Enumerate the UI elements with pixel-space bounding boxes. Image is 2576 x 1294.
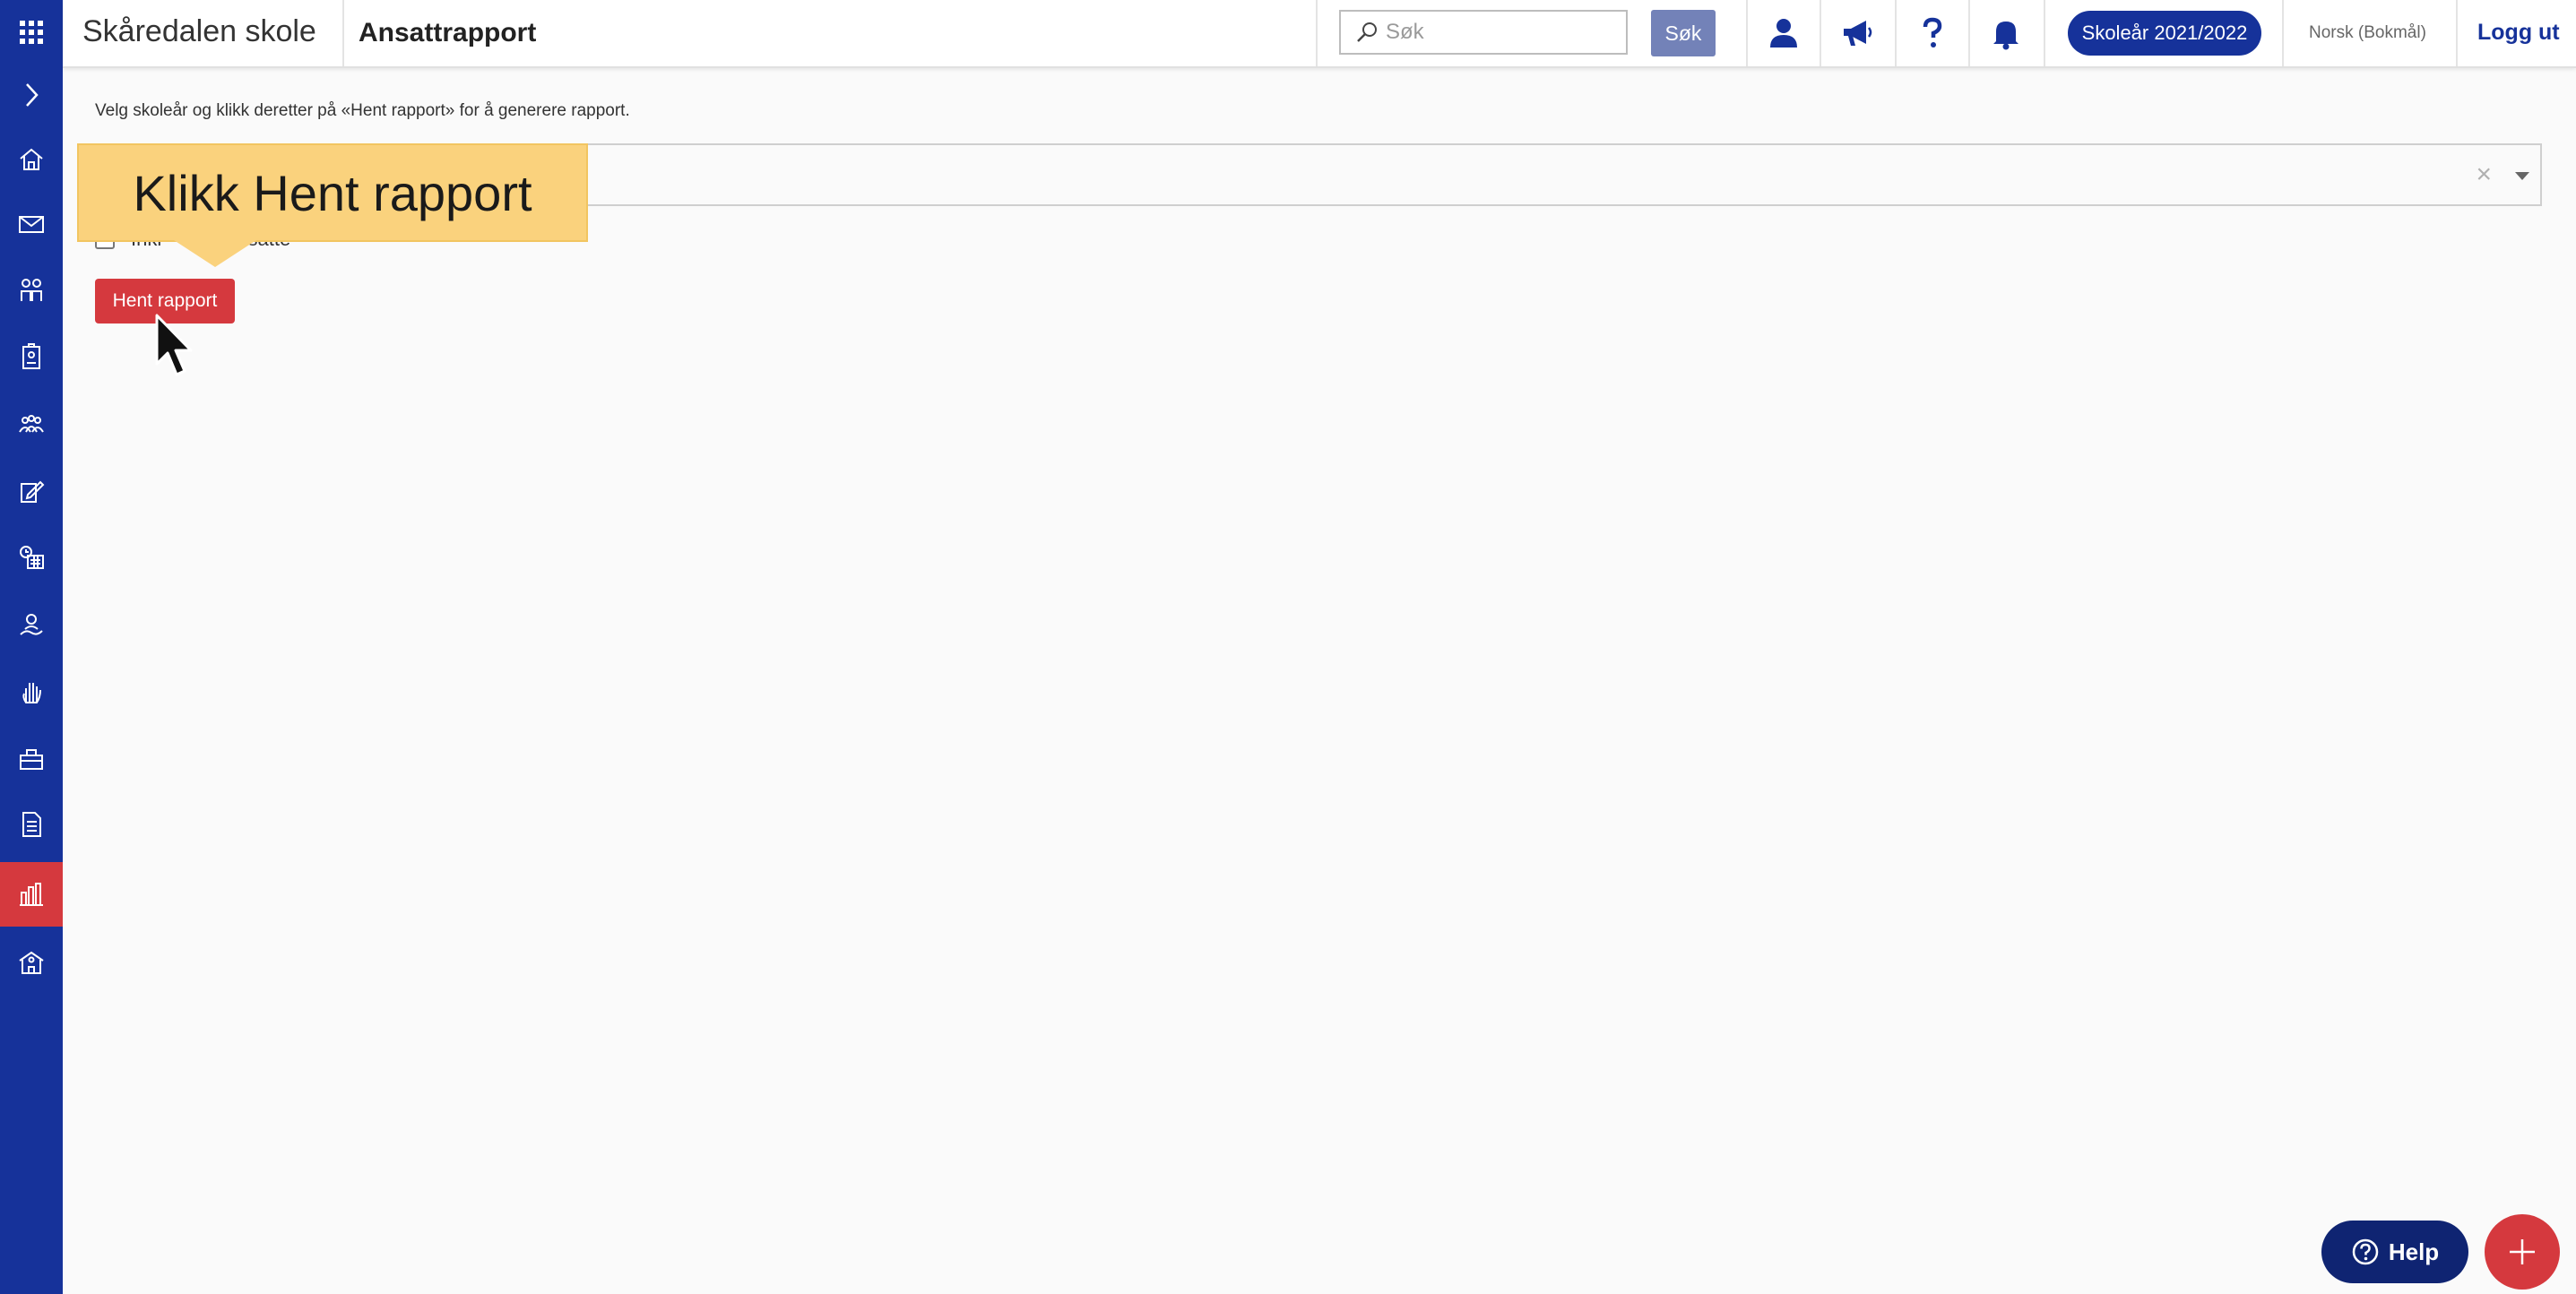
logout-link[interactable]: Logg ut: [2477, 20, 2560, 46]
announcements-button[interactable]: [1821, 0, 1893, 66]
help-question-button[interactable]: [1897, 0, 1968, 66]
megaphone-icon: [1844, 21, 1872, 46]
toolbox-icon[interactable]: [0, 726, 63, 790]
divider: [2456, 0, 2458, 66]
divider: [1316, 0, 1318, 66]
hand-raise-icon[interactable]: [0, 660, 63, 724]
search-button[interactable]: Søk: [1651, 10, 1716, 56]
person-hand-icon[interactable]: [0, 593, 63, 658]
question-icon: [1923, 17, 1942, 47]
clear-icon[interactable]: ×: [2476, 160, 2492, 190]
top-bar: Skåredalen skole Ansattrapport Søk Skole…: [63, 0, 2576, 68]
people-icon[interactable]: [0, 258, 63, 323]
id-badge-icon[interactable]: [0, 324, 63, 389]
notifications-button[interactable]: [1970, 0, 2042, 66]
mail-icon[interactable]: [0, 192, 63, 256]
tooltip-arrow: [174, 240, 256, 267]
schedule-icon[interactable]: [0, 525, 63, 590]
apps-grid-icon[interactable]: [0, 0, 63, 65]
mouse-cursor-icon: [155, 314, 193, 376]
help-circle-icon: [2352, 1238, 2379, 1265]
language-selector[interactable]: Norsk (Bokmål): [2309, 23, 2426, 43]
search-field[interactable]: [1339, 10, 1628, 55]
document-icon[interactable]: [0, 792, 63, 857]
instruction-text: Velg skoleår og klikk deretter på «Hent …: [95, 101, 630, 120]
search-input[interactable]: [1384, 19, 1603, 46]
page-title: Ansattrapport: [359, 18, 537, 47]
bell-icon: [1993, 22, 2018, 50]
plus-icon: [2510, 1239, 2535, 1264]
home-icon[interactable]: [0, 127, 63, 192]
divider: [2282, 0, 2284, 66]
caret-down-icon[interactable]: [2515, 172, 2529, 180]
school-name[interactable]: Skåredalen skole: [82, 14, 316, 49]
help-button[interactable]: Help: [2321, 1221, 2468, 1283]
user-icon: [1770, 19, 1797, 47]
divider: [342, 0, 344, 66]
profile-button[interactable]: [1748, 0, 1820, 66]
chevron-right-icon[interactable]: [0, 63, 63, 127]
edit-document-icon[interactable]: [0, 459, 63, 523]
help-label: Help: [2388, 1238, 2440, 1265]
school-building-icon[interactable]: [0, 930, 63, 995]
search-icon: [1357, 22, 1377, 42]
tutorial-tooltip: Klikk Hent rapport: [77, 143, 588, 242]
divider: [2044, 0, 2045, 66]
bar-chart-icon[interactable]: [0, 862, 63, 927]
add-button[interactable]: [2485, 1214, 2560, 1290]
group-icon[interactable]: [0, 393, 63, 457]
school-year-selector[interactable]: Skoleår 2021/2022: [2068, 11, 2261, 56]
sidebar: [0, 0, 63, 1294]
